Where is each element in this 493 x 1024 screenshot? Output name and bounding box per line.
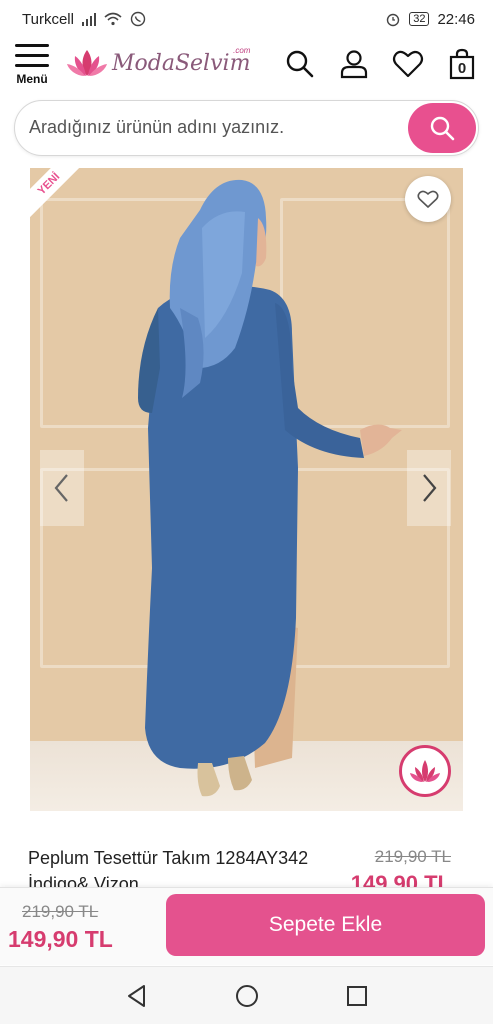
product-name: Peplum Tesettür Takım 1284AY342 İndigo& … [28, 848, 309, 887]
favorite-heart-icon [417, 190, 439, 208]
add-to-cart-button[interactable]: Sepete Ekle [166, 894, 485, 956]
status-left: Turkcell [22, 11, 146, 28]
chevron-left-icon [54, 474, 68, 502]
alarm-icon [387, 13, 400, 27]
user-icon[interactable] [338, 48, 370, 80]
status-right: 32 22:46 [385, 11, 475, 28]
favorite-button[interactable] [405, 176, 451, 222]
whatsapp-icon [130, 11, 146, 27]
gallery-next-button[interactable] [407, 450, 451, 526]
lotus-logo-icon [67, 50, 107, 76]
search-icon [430, 116, 455, 141]
product-image-gallery[interactable]: YENİ [30, 168, 463, 811]
search-input[interactable] [29, 101, 409, 154]
clock: 22:46 [437, 10, 475, 28]
cart-count: 0 [457, 60, 467, 77]
heart-icon[interactable] [392, 48, 424, 80]
add-to-cart-bar: 219,90 TL 149,90 TL Sepete Ekle [0, 887, 493, 965]
home-circle-icon[interactable] [234, 983, 260, 1009]
battery-icon: 32 [409, 12, 430, 26]
menu-label: Menü [16, 72, 48, 86]
hamburger-icon [15, 44, 49, 68]
product-old-price: 219,90 TL [374, 847, 451, 866]
cart-bar-old-price: 219,90 TL [22, 902, 99, 921]
cart-bag-icon[interactable]: 0 [448, 48, 476, 80]
status-bar: Turkcell 32 22:46 [0, 0, 493, 38]
site-logo[interactable]: ModaSelvim .com [66, 46, 251, 78]
back-triangle-icon[interactable] [124, 983, 150, 1009]
signal-icon [81, 12, 96, 26]
battery-level: 32 [413, 13, 426, 25]
product-photo-model [138, 179, 402, 797]
chevron-right-icon [423, 474, 437, 502]
lotus-logo-icon [410, 760, 440, 782]
product-new-price: 149,90 TL [350, 871, 451, 887]
gallery-prev-button[interactable] [40, 450, 84, 526]
wifi-icon [104, 12, 122, 26]
logo-suffix: .com [233, 46, 251, 55]
menu-button[interactable]: Menü [12, 42, 52, 90]
cart-bar-new-price: 149,90 TL [8, 926, 113, 952]
search-icon[interactable] [284, 48, 316, 80]
search-bar [14, 100, 479, 156]
system-nav-bar [0, 966, 493, 1024]
search-button[interactable] [408, 103, 476, 153]
logo-text: ModaSelvim [112, 50, 251, 76]
carrier-name: Turkcell [22, 10, 74, 28]
brand-badge [399, 745, 451, 797]
app-header: Menü ModaSelvim .com 0 [0, 38, 493, 94]
recents-square-icon[interactable] [344, 983, 370, 1009]
